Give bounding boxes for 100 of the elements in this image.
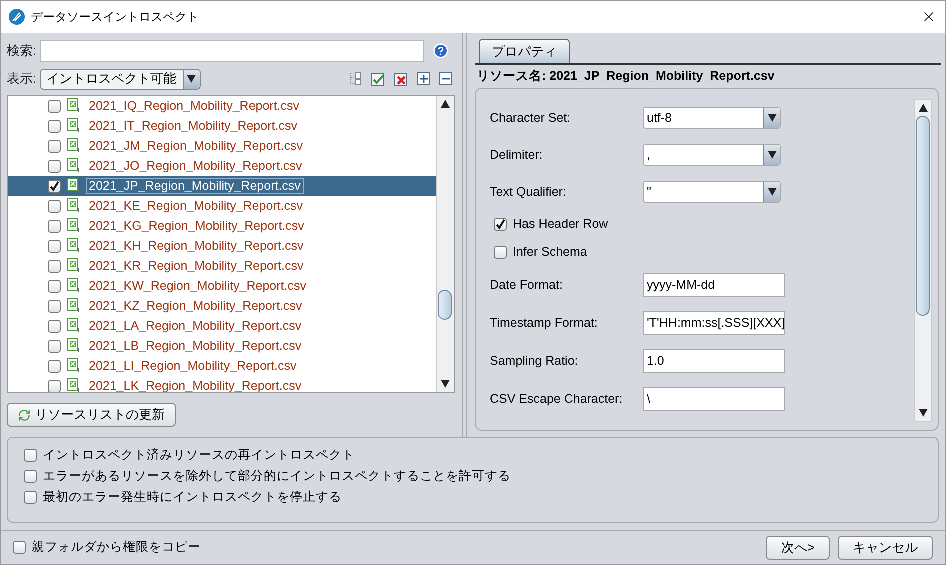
refresh-icon (18, 408, 31, 422)
next-button[interactable]: 次へ> (766, 536, 830, 560)
expand-icon[interactable] (417, 72, 431, 86)
resource-name: 2021_KG_Region_Mobility_Report.csv (88, 219, 306, 233)
scrollbar[interactable] (436, 96, 454, 392)
down-arrow-icon[interactable] (187, 75, 196, 83)
uncheck-all-icon[interactable] (394, 72, 409, 86)
resource-name: 2021_JM_Region_Mobility_Report.csv (88, 139, 304, 153)
cancel-button[interactable]: キャンセル (838, 536, 933, 560)
resource-item[interactable]: 2021_KH_Region_Mobility_Report.csv (8, 236, 436, 256)
resource-name: 2021_LB_Region_Mobility_Report.csv (88, 339, 303, 353)
tree-icon[interactable] (349, 72, 363, 86)
resource-name: 2021_JP_Region_Mobility_Report.csv (87, 179, 303, 193)
scroll-thumb[interactable] (916, 116, 930, 316)
checkbox[interactable] (48, 280, 61, 292)
checkbox[interactable] (24, 449, 37, 462)
property-field[interactable]: \ (643, 387, 785, 411)
checkbox[interactable] (48, 220, 61, 232)
checkbox[interactable] (48, 160, 61, 172)
checkbox[interactable] (24, 491, 37, 504)
option-label: 親フォルダから権限をコピー (32, 539, 201, 556)
spreadsheet-file-icon (67, 358, 81, 374)
checkbox[interactable] (48, 360, 61, 372)
checkbox[interactable] (48, 200, 61, 212)
spreadsheet-file-icon (67, 318, 81, 334)
collapse-icon[interactable] (439, 72, 453, 86)
property-dropdown[interactable]: , (643, 144, 781, 166)
down-arrow-icon[interactable] (768, 188, 776, 196)
refresh-button[interactable]: リソースリストの更新 (7, 403, 176, 427)
checkbox[interactable] (48, 140, 61, 152)
spreadsheet-file-icon (67, 278, 81, 294)
checkbox[interactable] (48, 240, 61, 252)
spreadsheet-file-icon (67, 298, 81, 314)
checkbox[interactable] (494, 218, 507, 230)
property-label: Timestamp Format: (490, 316, 599, 330)
checkbox[interactable] (48, 180, 61, 192)
resource-item[interactable]: 2021_JO_Region_Mobility_Report.csv (8, 156, 436, 176)
resource-name: 2021_KR_Region_Mobility_Report.csv (88, 259, 305, 273)
property-label: Delimiter: (490, 148, 544, 162)
spreadsheet-file-icon (67, 118, 81, 134)
resource-item[interactable]: 2021_KE_Region_Mobility_Report.csv (8, 196, 436, 216)
checkbox[interactable] (48, 340, 61, 352)
resource-name: 2021_LI_Region_Mobility_Report.csv (88, 359, 298, 373)
property-label: Text Qualifier: (490, 184, 568, 198)
resource-item[interactable]: 2021_LI_Region_Mobility_Report.csv (8, 356, 436, 376)
property-label: Infer Schema (513, 245, 588, 259)
spreadsheet-file-icon (67, 178, 81, 194)
property-field[interactable]: 1.0 (643, 349, 785, 373)
up-arrow-icon[interactable] (441, 100, 450, 108)
option-label: エラーがあるリソースを除外して部分的にイントロスペクトすることを許可する (43, 468, 511, 485)
resource-name: 2021_IT_Region_Mobility_Report.csv (88, 119, 298, 133)
checkbox[interactable] (48, 380, 61, 392)
resource-name: 2021_KZ_Region_Mobility_Report.csv (88, 299, 304, 313)
spreadsheet-file-icon (67, 158, 81, 174)
down-arrow-icon[interactable] (768, 150, 776, 158)
property-label: Date Format: (490, 278, 564, 292)
resource-item[interactable]: 2021_JM_Region_Mobility_Report.csv (8, 136, 436, 156)
property-dropdown[interactable]: utf-8 (643, 106, 781, 128)
option-label: イントロスペクト済みリソースの再イントロスペクト (43, 447, 355, 464)
resource-item[interactable]: 2021_KZ_Region_Mobility_Report.csv (8, 296, 436, 316)
checkbox[interactable] (48, 260, 61, 272)
search-field[interactable] (40, 40, 424, 62)
tab[interactable]: プロパティ (479, 39, 570, 63)
resource-item[interactable]: 2021_KG_Region_Mobility_Report.csv (8, 216, 436, 236)
resource-item[interactable]: 2021_LA_Region_Mobility_Report.csv (8, 316, 436, 336)
window-title: データソースイントロスペクト (31, 8, 200, 26)
property-dropdown[interactable]: " (643, 180, 781, 202)
property-field[interactable]: 'T'HH:mm:ss[.SSS][XXX] (643, 311, 785, 335)
down-arrow-icon[interactable] (768, 114, 776, 122)
resource-item[interactable]: 2021_JP_Region_Mobility_Report.csv (8, 176, 436, 196)
checkbox[interactable] (13, 541, 26, 554)
property-label: CSV Escape Character: (490, 392, 624, 406)
resource-item[interactable]: 2021_KW_Region_Mobility_Report.csv (8, 276, 436, 296)
checkbox[interactable] (48, 320, 61, 332)
spreadsheet-file-icon (67, 138, 81, 154)
down-arrow-icon[interactable] (918, 409, 928, 417)
down-arrow-icon[interactable] (441, 380, 450, 388)
spreadsheet-file-icon (67, 198, 81, 214)
up-arrow-icon[interactable] (918, 104, 928, 112)
resource-name: 2021_KW_Region_Mobility_Report.csv (88, 279, 308, 293)
checkbox[interactable] (494, 246, 507, 258)
checkbox[interactable] (24, 470, 37, 483)
checkbox[interactable] (48, 120, 61, 132)
resource-item[interactable]: 2021_LB_Region_Mobility_Report.csv (8, 336, 436, 356)
scroll-thumb[interactable] (438, 290, 452, 320)
filter-dropdown[interactable]: イントロスペクト可能 (40, 68, 201, 90)
checkbox[interactable] (48, 100, 61, 112)
property-field[interactable]: yyyy-MM-dd (643, 273, 785, 297)
spreadsheet-file-icon (67, 238, 81, 254)
resource-name: 2021_IQ_Region_Mobility_Report.csv (88, 99, 301, 113)
resource-item[interactable]: 2021_IT_Region_Mobility_Report.csv (8, 116, 436, 136)
checkbox[interactable] (48, 300, 61, 312)
scrollbar[interactable] (914, 99, 932, 422)
resource-item[interactable]: 2021_IQ_Region_Mobility_Report.csv (8, 96, 436, 116)
check-all-icon[interactable] (371, 72, 386, 86)
resource-item[interactable]: 2021_KR_Region_Mobility_Report.csv (8, 256, 436, 276)
spreadsheet-file-icon (67, 258, 81, 274)
spreadsheet-file-icon (67, 218, 81, 234)
resource-name: 2021_JO_Region_Mobility_Report.csv (88, 159, 304, 173)
help-icon[interactable] (433, 43, 449, 59)
